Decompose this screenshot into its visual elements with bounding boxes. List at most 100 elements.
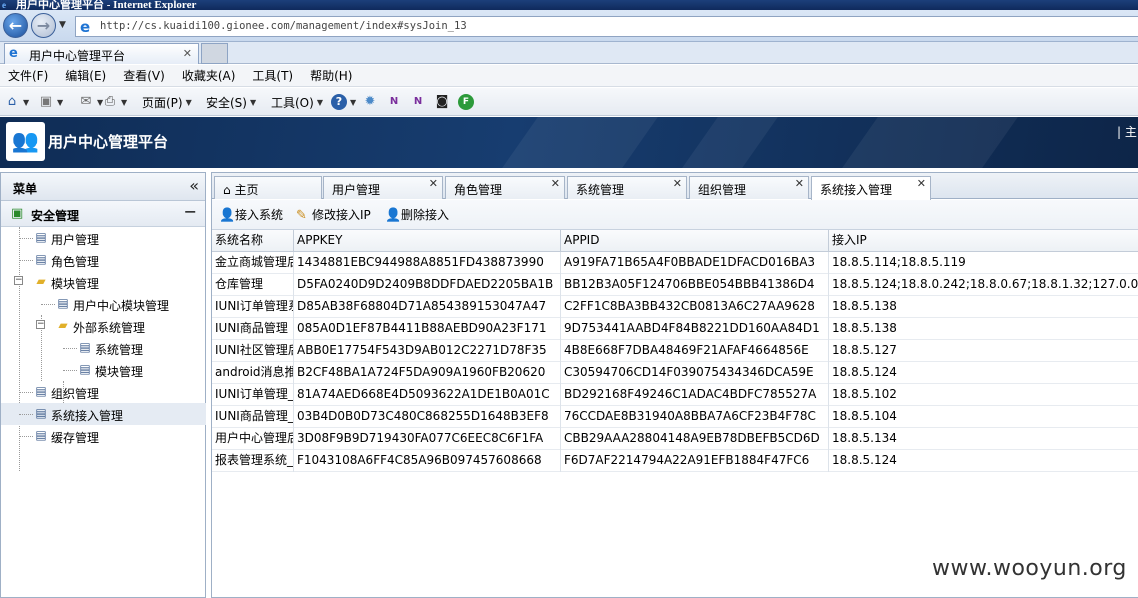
tab-label: 用户管理 — [332, 183, 381, 197]
collapse-node-icon[interactable]: − — [14, 276, 23, 285]
sidebar-item-uc-module-mgmt[interactable]: ▤ 用户中心模块管理 — [1, 293, 206, 315]
rss-icon: ▣ — [39, 94, 53, 109]
close-icon[interactable]: ✕ — [551, 177, 560, 190]
sidebar-item-label: 用户管理 — [51, 233, 100, 247]
delete-join-button[interactable]: 👤删除接入 — [385, 206, 449, 223]
close-tab-icon[interactable]: ✕ — [183, 47, 192, 60]
tab-role-mgmt[interactable]: 角色管理 ✕ — [445, 176, 565, 199]
sidebar-item-label: 模块管理 — [51, 277, 100, 291]
column-header[interactable]: 接入IP — [829, 230, 1138, 252]
sidebar-item-org-mgmt[interactable]: ▤ 组织管理 — [1, 381, 206, 403]
home-icon: ⌂ — [7, 94, 17, 109]
table-row[interactable]: IUNI商品管理_测试 03B4D0B0D73C480C868255D1648B… — [212, 406, 1138, 428]
tools-menu[interactable]: 工具(O) ▼ — [271, 94, 323, 111]
address-input[interactable]: e http://cs.kuaidi100.gionee.com/managem… — [75, 16, 1138, 37]
home-button[interactable]: ⌂ ▼ — [4, 94, 29, 110]
table-row[interactable]: 金立商城管理后台 1434881EBC944988A8851FD43887399… — [212, 252, 1138, 274]
browser-tab-label: 用户中心管理平台 — [29, 49, 126, 63]
feeds-button[interactable]: ▣ ▼ — [38, 94, 63, 110]
menu-tools[interactable]: 工具(T) — [252, 67, 293, 84]
table-row[interactable]: android消息推送 B2CF48BA1A724F5DA909A1960FB2… — [212, 362, 1138, 384]
sidebar-item-cache-mgmt[interactable]: ▤ 缓存管理 — [1, 425, 206, 447]
edit-ip-button[interactable]: ✎ 修改接入IP — [296, 206, 371, 223]
table-row[interactable]: 报表管理系统_测试 F1043108A6FF4C85A96B0974576086… — [212, 450, 1138, 472]
help-button[interactable]: ? ▼ — [331, 94, 356, 110]
sidebar-item-user-mgmt[interactable]: ▤ 用户管理 — [1, 227, 206, 249]
close-icon[interactable]: ✕ — [795, 177, 804, 190]
tab-home[interactable]: ⌂ 主页 — [214, 176, 322, 199]
column-header[interactable]: 系统名称 — [212, 230, 294, 252]
table-row[interactable]: IUNI订单管理_测试 81A74AED668E4D5093622A1DE1B0… — [212, 384, 1138, 406]
addon-button[interactable]: F — [458, 94, 474, 110]
sidebar-item-module-mgmt-sub[interactable]: ▤ 模块管理 — [1, 359, 206, 381]
table-row[interactable]: 仓库管理 D5FA0240D9D2409B8DDFDAED2205BA1B BB… — [212, 274, 1138, 296]
address-bar-row: ← → ▼ e http://cs.kuaidi100.gionee.com/m… — [0, 10, 1138, 42]
onenote-icon: N — [389, 96, 399, 107]
security-group-header[interactable]: ▣ 安全管理 − — [1, 201, 205, 227]
page-menu[interactable]: 页面(P) ▼ — [142, 94, 192, 111]
sidebar-item-system-mgmt[interactable]: ▤ 系统管理 — [1, 337, 206, 359]
browser-tab[interactable]: e 用户中心管理平台 ✕ — [4, 43, 199, 64]
help-icon: ? — [331, 94, 347, 110]
sidebar-header: 菜单 « — [1, 173, 205, 201]
menu-favorites[interactable]: 收藏夹(A) — [182, 67, 236, 84]
folder-icon: ▰ — [58, 318, 68, 332]
onenote-linked-button[interactable]: N — [410, 94, 426, 110]
close-icon[interactable]: ✕ — [917, 177, 926, 190]
page-icon: ▤ — [35, 428, 47, 442]
cell-appkey: F1043108A6FF4C85A96B097457608668 — [294, 450, 561, 472]
menu-help[interactable]: 帮助(H) — [310, 67, 352, 84]
tab-user-mgmt[interactable]: 用户管理 ✕ — [323, 176, 443, 199]
cell-appid: F6D7AF2214794A22A91EFB1884F47FC6 — [561, 450, 829, 472]
sidebar-item-sys-join-mgmt[interactable]: ▤ 系统接入管理 — [1, 403, 206, 425]
onenote-button[interactable]: N — [386, 94, 402, 110]
url-text: http://cs.kuaidi100.gionee.com/managemen… — [100, 20, 467, 32]
screenshot-button[interactable]: ◙ — [434, 94, 450, 110]
sidebar-item-role-mgmt[interactable]: ▤ 角色管理 — [1, 249, 206, 271]
sidebar-item-label: 模块管理 — [95, 365, 144, 379]
header-home-link[interactable]: | 主 — [1117, 123, 1137, 140]
collapse-node-icon[interactable]: − — [36, 320, 45, 329]
table-row[interactable]: IUNI商品管理 085A0D1EF87B4411B88AEBD90A23F17… — [212, 318, 1138, 340]
cell-appkey: 81A74AED668E4D5093622A1DE1B0A01C — [294, 384, 561, 406]
close-icon[interactable]: ✕ — [673, 177, 682, 190]
cell-appkey: D5FA0240D9D2409B8DDFDAED2205BA1B — [294, 274, 561, 296]
cell-name: IUNI商品管理_测试 — [212, 406, 294, 428]
close-icon[interactable]: ✕ — [429, 177, 438, 190]
tab-system-mgmt[interactable]: 系统管理 ✕ — [567, 176, 687, 199]
history-dropdown-icon[interactable]: ▼ — [59, 20, 66, 30]
settings-button[interactable]: ✹ — [362, 94, 378, 110]
forward-button[interactable]: → — [31, 13, 56, 38]
page-icon: ▤ — [79, 340, 91, 354]
minimize-icon[interactable]: − — [184, 202, 197, 221]
mail-icon: ✉ — [80, 94, 92, 109]
app-title: 用户中心管理平台 — [48, 133, 169, 151]
mail-button[interactable]: ✉ ▼ — [78, 94, 104, 110]
back-button[interactable]: ← — [3, 13, 28, 38]
menu-view[interactable]: 查看(V) — [123, 67, 165, 84]
security-group-title: 安全管理 — [31, 209, 80, 223]
column-header[interactable]: APPID — [561, 230, 829, 252]
cell-appid: CBB29AAA28804148A9EB78DBEFB5CD6D — [561, 428, 829, 450]
print-button[interactable]: ⎙ ▼ — [102, 94, 127, 110]
tab-org-mgmt[interactable]: 组织管理 ✕ — [689, 176, 809, 199]
table-row[interactable]: 用户中心管理后台 3D08F9B9D719430FA077C6EEC8C6F1F… — [212, 428, 1138, 450]
menu-file[interactable]: 文件(F) — [8, 67, 48, 84]
menu-bar: 文件(F) 编辑(E) 查看(V) 收藏夹(A) 工具(T) 帮助(H) — [0, 65, 1138, 87]
cell-appid: 76CCDAE8B31940A8BBA7A6CF23B4F78C — [561, 406, 829, 428]
column-header[interactable]: APPKEY — [294, 230, 561, 252]
tab-sys-join-mgmt[interactable]: 系统接入管理 ✕ — [811, 176, 931, 200]
table-row[interactable]: IUNI订单管理系统 D85AB38F68804D71A854389153047… — [212, 296, 1138, 318]
tab-label: 系统接入管理 — [820, 183, 893, 197]
sidebar-item-label: 用户中心模块管理 — [73, 299, 170, 313]
menu-edit[interactable]: 编辑(E) — [65, 67, 106, 84]
add-join-button[interactable]: 👤接入系统 — [219, 206, 283, 223]
sidebar-item-module-mgmt[interactable]: − ▰ 模块管理 — [1, 271, 206, 293]
collapse-icon[interactable]: « — [189, 176, 199, 195]
new-tab-button[interactable] — [201, 43, 228, 64]
browser-tab-row: e 用户中心管理平台 ✕ — [0, 42, 1138, 64]
sidebar-item-label: 外部系统管理 — [73, 321, 146, 335]
safety-menu[interactable]: 安全(S) ▼ — [206, 94, 256, 111]
table-row[interactable]: IUNI社区管理后台 ABB0E17754F543D9AB012C2271D78… — [212, 340, 1138, 362]
sidebar-item-external-sys-mgmt[interactable]: − ▰ 外部系统管理 — [1, 315, 206, 337]
